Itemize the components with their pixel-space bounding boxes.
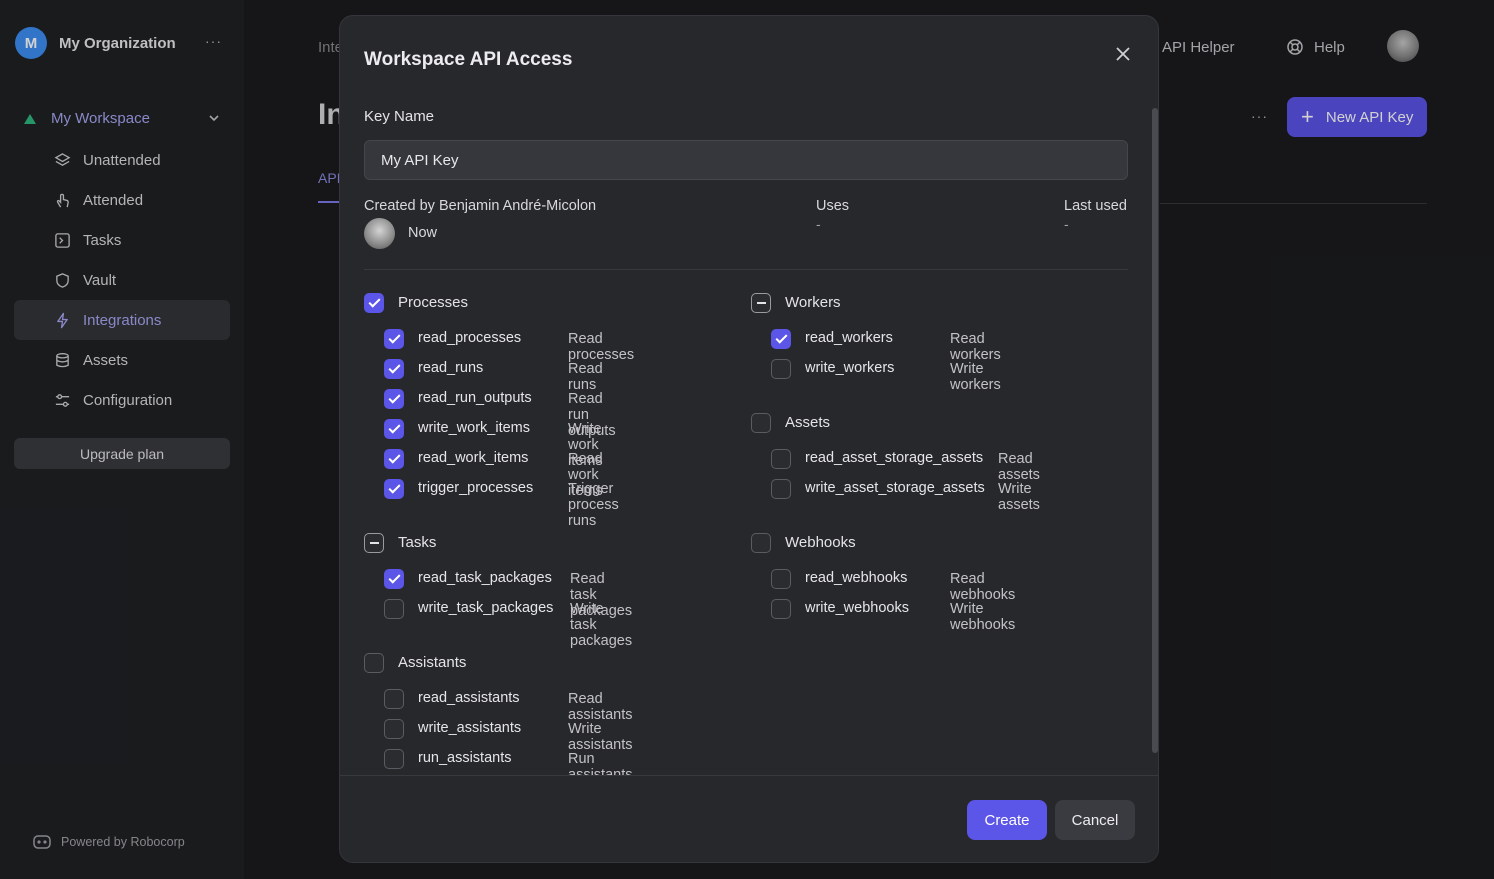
processes-group-checkbox[interactable]	[364, 293, 384, 313]
permission-name: write_asset_storage_assets	[805, 480, 985, 496]
dialog-divider	[364, 269, 1128, 270]
check-icon	[387, 571, 401, 584]
group-title: Assets	[785, 414, 831, 431]
permission-name: write_webhooks	[805, 600, 909, 616]
cancel-button[interactable]: Cancel	[1055, 800, 1135, 840]
write_assistants-checkbox[interactable]	[384, 719, 404, 739]
group-title: Workers	[785, 294, 841, 311]
permission-name: read_webhooks	[805, 570, 908, 586]
permission-description: Write workers	[950, 361, 1001, 393]
write_task_packages-checkbox[interactable]	[384, 599, 404, 619]
assets-group-checkbox[interactable]	[751, 413, 771, 433]
permission-name: trigger_processes	[418, 480, 534, 496]
dialog-footer: Create Cancel	[340, 775, 1158, 862]
permission-description: Read assets	[998, 451, 1040, 483]
webhooks-group-checkbox[interactable]	[751, 533, 771, 553]
minus-icon	[369, 542, 379, 544]
permission-name: read_task_packages	[418, 570, 552, 586]
permission-description: Read processes	[568, 331, 635, 363]
key-name-input[interactable]	[364, 140, 1128, 180]
uses-value: -	[816, 216, 821, 232]
permission-description: Write assets	[998, 481, 1040, 513]
read_workers-checkbox[interactable]	[771, 329, 791, 349]
group-title: Tasks	[398, 534, 437, 551]
created-by-text: Created by Benjamin André-Micolon	[364, 198, 597, 214]
permission-name: write_work_items	[418, 420, 530, 436]
permission-name: write_workers	[805, 360, 895, 376]
check-icon	[387, 361, 401, 374]
read_assistants-checkbox[interactable]	[384, 689, 404, 709]
permission-description: Read assistants	[568, 691, 633, 723]
creator-avatar	[364, 218, 395, 249]
read_run_outputs-checkbox[interactable]	[384, 389, 404, 409]
last-used-label: Last used	[1064, 198, 1127, 214]
group-title: Assistants	[398, 654, 467, 671]
group-title: Processes	[398, 294, 469, 311]
permission-name: run_assistants	[418, 750, 512, 766]
api-access-dialog: Workspace API Access Key Name Created by…	[339, 15, 1159, 863]
permission-description: Write task packages	[570, 601, 633, 649]
permission-name: read_run_outputs	[418, 390, 532, 406]
permission-name: read_processes	[418, 330, 522, 346]
permission-name: write_task_packages	[418, 600, 554, 616]
uses-label: Uses	[816, 198, 850, 214]
permission-description: Read runs	[568, 361, 603, 393]
permission-description: Write assistants	[568, 721, 633, 753]
minus-icon	[756, 302, 766, 304]
read_runs-checkbox[interactable]	[384, 359, 404, 379]
read_processes-checkbox[interactable]	[384, 329, 404, 349]
write_asset_storage_assets-checkbox[interactable]	[771, 479, 791, 499]
check-icon	[387, 421, 401, 434]
check-icon	[387, 481, 401, 494]
write_webhooks-checkbox[interactable]	[771, 599, 791, 619]
permission-description: Read webhooks	[950, 571, 1016, 603]
permission-name: read_workers	[805, 330, 893, 346]
permission-name: write_assistants	[418, 720, 522, 736]
created-time: Now	[408, 225, 438, 241]
read_webhooks-checkbox[interactable]	[771, 569, 791, 589]
permission-name: read_assistants	[418, 690, 520, 706]
trigger_processes-checkbox[interactable]	[384, 479, 404, 499]
group-title: Webhooks	[785, 534, 856, 551]
check-icon	[387, 391, 401, 404]
check-icon	[774, 331, 788, 344]
assistants-group-checkbox[interactable]	[364, 653, 384, 673]
write_work_items-checkbox[interactable]	[384, 419, 404, 439]
dialog-scrollbar[interactable]	[1152, 108, 1158, 753]
permission-name: read_work_items	[418, 450, 529, 466]
permission-name: read_asset_storage_assets	[805, 450, 984, 466]
read_work_items-checkbox[interactable]	[384, 449, 404, 469]
create-button[interactable]: Create	[967, 800, 1047, 840]
run_assistants-checkbox[interactable]	[384, 749, 404, 769]
dialog-title: Workspace API Access	[364, 49, 573, 70]
permission-name: read_runs	[418, 360, 484, 376]
close-icon[interactable]	[1113, 44, 1133, 64]
check-icon	[387, 451, 401, 464]
permission-description: Write webhooks	[950, 601, 1016, 633]
permission-description: Trigger process runs	[568, 481, 619, 529]
workers-group-checkbox[interactable]	[751, 293, 771, 313]
read_asset_storage_assets-checkbox[interactable]	[771, 449, 791, 469]
check-icon	[367, 295, 381, 308]
read_task_packages-checkbox[interactable]	[384, 569, 404, 589]
permission-description: Read workers	[950, 331, 1001, 363]
tasks-group-checkbox[interactable]	[364, 533, 384, 553]
check-icon	[387, 331, 401, 344]
write_workers-checkbox[interactable]	[771, 359, 791, 379]
last-used-value: -	[1064, 216, 1069, 232]
key-name-label: Key Name	[364, 108, 435, 125]
